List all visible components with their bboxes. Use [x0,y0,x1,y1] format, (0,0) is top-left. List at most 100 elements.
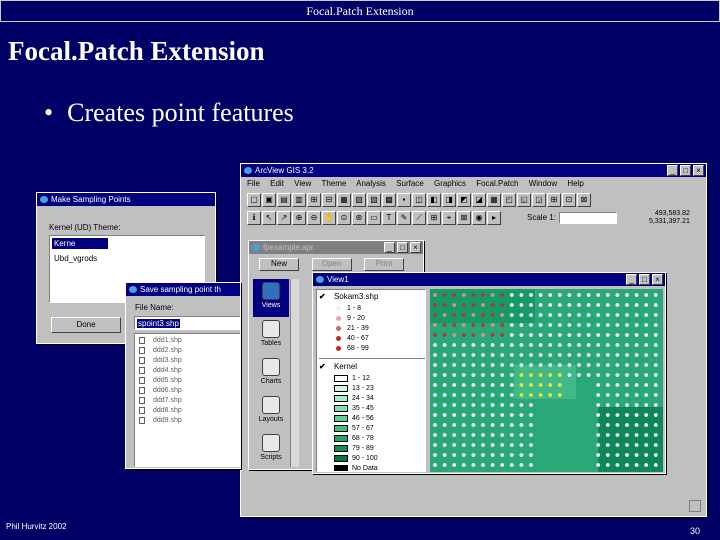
tool-button-icon[interactable]: ▭ [367,211,381,225]
file-list-item[interactable]: ddd6.shp [139,386,240,396]
tool-button-icon[interactable]: ↗ [277,211,291,225]
map-sample-point [481,303,485,307]
menu-analysis[interactable]: Analysis [356,179,386,188]
menu-view[interactable]: View [294,179,311,188]
file-list-item[interactable]: ddd1.shp [139,336,240,346]
view-legend: ✔ Sokam3.shp 1 - 8 9 - 20 21 - 39 40 - 67 68… [316,289,426,472]
close-button[interactable]: × [693,165,704,176]
map-sample-point [577,373,581,377]
project-item-tables[interactable]: Tables [253,317,289,355]
project-scrollbar[interactable] [290,279,299,467]
project-maximize-button[interactable]: □ [397,242,408,253]
toolbar-button-icon[interactable]: ▧ [352,193,366,207]
view-close-button[interactable]: × [652,274,663,285]
file-list-item[interactable]: ddd8.shp [139,406,240,416]
tool-button-icon[interactable]: T [382,211,396,225]
menu-edit[interactable]: Edit [270,179,284,188]
toolbar-button-icon[interactable]: ⊞ [307,193,321,207]
tool-button-icon[interactable]: ℹ [247,211,261,225]
toolbar-button-icon[interactable]: ▢ [247,193,261,207]
resize-grip-icon[interactable] [689,500,701,512]
tool-button-icon[interactable]: ◉ [472,211,486,225]
toolbar-button-icon[interactable]: ◨ [442,193,456,207]
file-list-item[interactable]: ddd3.shp [139,356,240,366]
project-item-views[interactable]: Views [253,279,289,317]
map-sample-point [509,443,514,447]
tool-button-icon[interactable]: ⊛ [352,211,366,225]
theme-option-selected[interactable]: Kerne [52,238,108,249]
file-list-item[interactable]: ddd4.shp [139,366,240,376]
toolbar-button-icon[interactable]: ⊞ [547,193,561,207]
theme2-checkbox-icon[interactable]: ✔ [319,362,326,371]
map-sample-point [653,343,658,347]
map-canvas[interactable] [430,289,663,472]
menu-window[interactable]: Window [529,179,557,188]
tool-button-icon[interactable]: ⟋ [412,211,426,225]
menu-help[interactable]: Help [567,179,583,188]
file-list-item[interactable]: ddd7.shp [139,396,240,406]
toolbar-button-icon[interactable]: ⊟ [322,193,336,207]
file-list-item[interactable]: ddd2.shp [139,346,240,356]
toolbar-button-icon[interactable]: ◱ [517,193,531,207]
toolbar-button-icon[interactable]: ◲ [532,193,546,207]
project-open-button[interactable]: Open [311,258,352,271]
menu-graphics[interactable]: Graphics [434,179,466,188]
toolbar-button-icon[interactable]: ◫ [412,193,426,207]
map-sample-point [481,393,485,397]
tool-button-icon[interactable]: ✎ [397,211,411,225]
toolbar-button-icon[interactable]: ◪ [472,193,486,207]
minimize-button[interactable]: _ [667,165,678,176]
file-list-item[interactable]: ddd9.shp [139,416,240,426]
toolbar-button-icon[interactable]: ◧ [427,193,441,207]
toolbar-button-icon[interactable]: ▪ [397,193,411,207]
tool-button-icon[interactable]: ⊙ [337,211,351,225]
sampling-titlebar: Make Sampling Points [37,193,215,206]
theme1-checkbox-icon[interactable]: ✔ [319,292,326,301]
map-sample-point [625,313,629,317]
theme1-header[interactable]: ✔ Sokam3.shp [319,292,425,304]
toolbar-button-icon[interactable]: ◩ [457,193,471,207]
toolbar-button-icon[interactable]: ▩ [382,193,396,207]
tool-button-icon[interactable]: ⊠ [457,211,471,225]
toolbar-button-icon[interactable]: ▣ [262,193,276,207]
done-button[interactable]: Done [51,317,121,333]
project-minimize-button[interactable]: _ [384,242,395,253]
toolbar-button-icon[interactable]: ⊠ [577,193,591,207]
tool-button-icon[interactable]: ✋ [322,211,336,225]
menu-file[interactable]: File [247,179,260,188]
project-close-button[interactable]: × [410,242,421,253]
view-maximize-button[interactable]: □ [639,274,650,285]
project-new-button[interactable]: New [259,258,299,271]
project-item-label: Layouts [258,416,284,423]
tool-button-icon[interactable]: ⊞ [427,211,441,225]
maximize-button[interactable]: □ [680,165,691,176]
menu-focalpatch[interactable]: Focal.Patch [476,179,518,188]
menu-theme[interactable]: Theme [321,179,346,188]
toolbar-button-icon[interactable]: ⊡ [562,193,576,207]
toolbar-button-icon[interactable]: ▦ [487,193,501,207]
project-item-layouts[interactable]: Layouts [253,393,289,431]
project-item-scripts[interactable]: Scripts [253,431,289,469]
project-print-button[interactable]: Print [364,258,405,271]
theme-option[interactable]: Ubd_vgrods [52,253,202,264]
tool-button-icon[interactable]: ▸ [487,211,501,225]
project-item-charts[interactable]: Charts [253,355,289,393]
toolbar-button-icon[interactable]: ▤ [277,193,291,207]
theme2-header[interactable]: ✔ Kernel [319,362,425,374]
toolbar-button-icon[interactable]: ▨ [367,193,381,207]
toolbar-button-icon[interactable]: ◰ [502,193,516,207]
map-sample-point [653,373,658,377]
menu-surface[interactable]: Surface [396,179,424,188]
view-minimize-button[interactable]: _ [626,274,637,285]
tool-button-icon[interactable]: ⊖ [307,211,321,225]
map-sample-point [577,343,581,347]
map-sample-point [577,333,581,337]
tool-button-icon[interactable]: ⊕ [292,211,306,225]
tool-button-icon[interactable]: ↖ [262,211,276,225]
toolbar-button-icon[interactable]: ▦ [337,193,351,207]
tool-button-icon[interactable]: ⌖ [442,211,456,225]
file-list-item[interactable]: ddd5.shp [139,376,240,386]
toolbar-button-icon[interactable]: ▥ [292,193,306,207]
scale-input[interactable] [559,212,617,224]
filename-input[interactable]: spoint3.shp [134,316,240,330]
